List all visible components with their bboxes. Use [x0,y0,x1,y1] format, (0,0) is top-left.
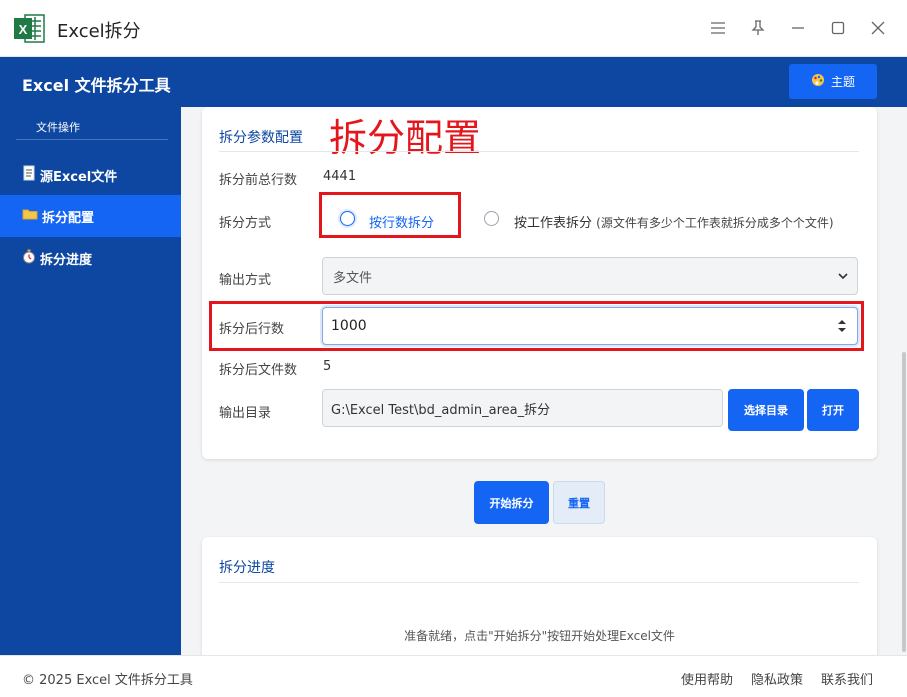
maximize-icon[interactable] [826,16,850,40]
files-after-value: 5 [323,359,332,374]
radio-split-by-sheet-label[interactable]: 按工作表拆分 (源文件有多少个工作表就拆分成多个个文件) [514,212,834,231]
output-dir-input[interactable]: G:\Excel Test\bd_admin_area_拆分 [322,389,723,427]
total-rows-value: 4441 [323,169,357,184]
stopwatch-icon [22,248,36,268]
progress-card: 拆分进度 准备就绪，点击"开始拆分"按钮开始处理Excel文件 [202,537,877,655]
progress-card-divider [219,582,859,583]
main-content: 拆分参数配置 拆分配置 拆分前总行数 4441 拆分方式 按行数拆分 按工作表拆… [181,107,907,655]
choose-dir-button[interactable]: 选择目录 [728,389,804,431]
config-card: 拆分参数配置 拆分配置 拆分前总行数 4441 拆分方式 按行数拆分 按工作表拆… [202,107,877,459]
sidebar-item-label: 拆分配置 [42,210,95,226]
annotation-text: 拆分配置 [329,116,482,160]
files-after-label: 拆分后文件数 [219,363,298,378]
output-mode-select[interactable]: 多文件 [322,257,858,295]
help-link[interactable]: 使用帮助 [681,669,733,688]
title-bar: X Excel拆分 [0,0,907,57]
sidebar: 文件操作 源Excel文件 拆分配置 拆分进度 [0,107,181,655]
app-title: Excel拆分 [57,21,141,42]
palette-icon [811,73,825,90]
progress-status-text: 准备就绪，点击"开始拆分"按钮开始处理Excel文件 [404,629,675,643]
document-icon [22,165,36,185]
config-card-title: 拆分参数配置 [219,130,303,146]
privacy-link[interactable]: 隐私政策 [751,669,803,688]
app-header: Excel 文件拆分工具 主题 [0,57,907,107]
progress-card-title: 拆分进度 [219,560,275,576]
minimize-icon[interactable] [786,16,810,40]
sidebar-item-split-config[interactable]: 拆分配置 [0,195,181,237]
folder-icon [22,207,38,225]
split-method-label: 拆分方式 [219,216,272,231]
open-dir-button[interactable]: 打开 [807,389,859,431]
sidebar-item-label: 源Excel文件 [40,169,118,185]
svg-text:X: X [19,22,28,37]
header-title: Excel 文件拆分工具 [22,76,171,95]
sidebar-item-split-progress[interactable]: 拆分进度 [0,237,181,279]
sidebar-divider [16,139,168,140]
highlight-box-rows-after [209,301,864,351]
pin-icon[interactable] [746,16,770,40]
chevron-down-icon [837,270,849,286]
theme-button-label: 主题 [830,75,855,89]
config-card-divider [219,151,859,152]
radio-split-by-sheet[interactable] [484,211,499,226]
excel-app-icon: X [13,13,45,44]
sidebar-item-label: 拆分进度 [40,252,93,268]
total-rows-label: 拆分前总行数 [219,173,298,188]
close-icon[interactable] [866,16,890,40]
main-scrollbar[interactable] [902,352,906,652]
output-dir-label: 输出目录 [219,406,272,421]
sidebar-section-label: 文件操作 [36,121,80,134]
sidebar-item-source-file[interactable]: 源Excel文件 [0,154,181,196]
contact-link[interactable]: 联系我们 [821,669,873,688]
start-split-button[interactable]: 开始拆分 [474,481,549,524]
copyright-text: © 2025 Excel 文件拆分工具 [22,673,193,688]
split-by-sheet-hint: (源文件有多少个工作表就拆分成多个个文件) [596,216,834,230]
reset-button[interactable]: 重置 [553,481,605,524]
output-mode-label: 输出方式 [219,273,272,288]
theme-button[interactable]: 主题 [789,64,877,99]
menu-icon[interactable] [706,16,730,40]
footer: © 2025 Excel 文件拆分工具 使用帮助 隐私政策 联系我们 [0,655,907,697]
highlight-box-split-method [319,192,461,238]
